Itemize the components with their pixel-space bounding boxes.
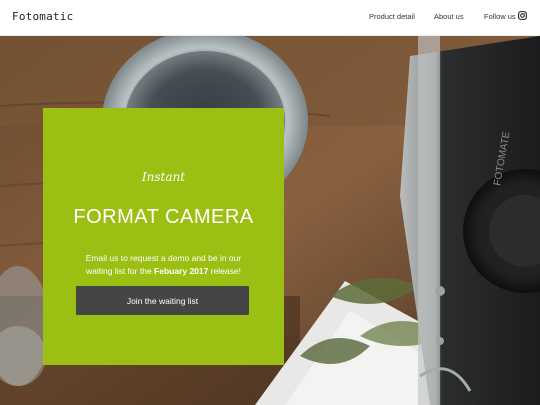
hero-description-post: release! xyxy=(208,266,241,276)
hero-title: FORMAT CAMERA xyxy=(73,206,254,228)
hero-card: Instant FORMAT CAMERA Email us to reques… xyxy=(43,108,284,365)
nav-link-product-detail[interactable]: Product detail xyxy=(369,12,415,21)
instagram-icon[interactable] xyxy=(518,11,527,20)
brand-logo[interactable]: Fotomatic xyxy=(12,10,73,23)
hero-kicker: Instant xyxy=(141,170,186,184)
navbar: Fotomatic Product detail About us Follow… xyxy=(0,0,540,36)
nav-link-follow-us[interactable]: Follow us xyxy=(484,12,516,21)
join-waiting-list-button[interactable]: Join the waiting list xyxy=(76,286,249,315)
nav-link-about-us[interactable]: About us xyxy=(434,12,464,21)
hero-description: Email us to request a demo and be in our… xyxy=(73,252,254,278)
hero-description-date: Febuary 2017 xyxy=(154,266,209,276)
